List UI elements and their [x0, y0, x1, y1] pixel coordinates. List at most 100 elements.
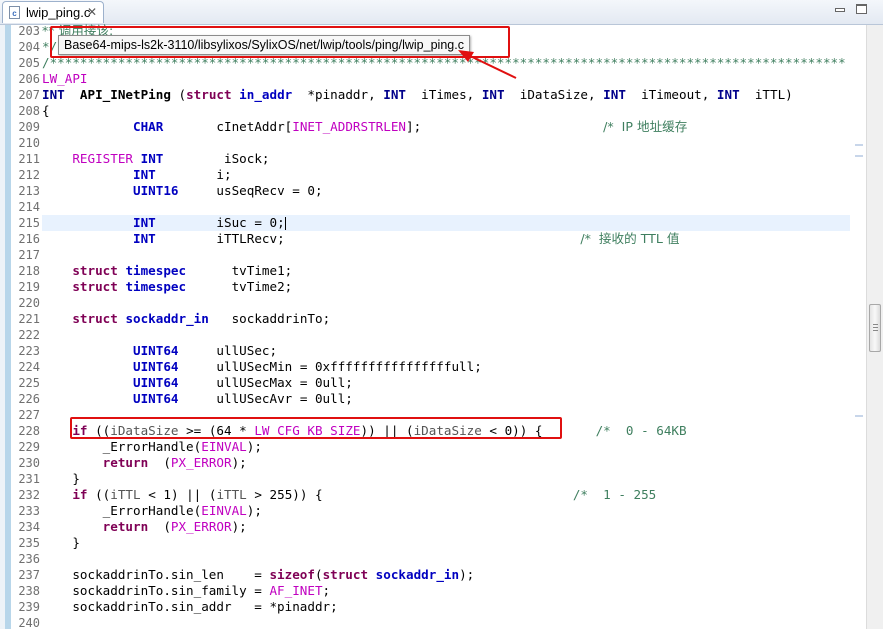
code-line[interactable]: struct timespec tvTime1; [42, 263, 850, 279]
line-number: 214 [18, 200, 40, 214]
code-token: UINT64 [133, 359, 179, 374]
code-line[interactable]: struct timespec tvTime2; [42, 279, 850, 295]
code-line[interactable]: INT iSuc = 0; [42, 215, 850, 231]
code-line[interactable]: } [42, 471, 850, 487]
code-line[interactable]: REGISTER INT iSock; [42, 151, 850, 167]
line-number: 238 [18, 584, 40, 598]
code-line[interactable]: return (PX_ERROR); [42, 455, 850, 471]
annotation-box-datasize-check [70, 417, 562, 439]
code-token: INT [140, 151, 164, 166]
code-line[interactable] [42, 199, 850, 215]
code-token: iDataSize, [504, 87, 604, 102]
code-token: UINT16 [133, 183, 179, 198]
code-token: /* IP 地址缓存 [603, 119, 688, 134]
code-line[interactable]: return (PX_ERROR); [42, 519, 850, 535]
code-line[interactable]: sockaddrinTo.sin_len = sizeof(struct soc… [42, 567, 850, 583]
code-line[interactable] [42, 295, 850, 311]
editor-tab-bar: c lwip_ping.c ✕ [0, 0, 883, 25]
code-token: UINT64 [133, 343, 179, 358]
code-line[interactable] [42, 327, 850, 343]
code-token: struct [186, 87, 232, 102]
minimize-button[interactable] [835, 8, 845, 12]
code-token: ); [246, 439, 262, 454]
line-number: 232 [18, 488, 40, 502]
maximize-button[interactable] [856, 4, 867, 14]
code-token: timespec [125, 279, 187, 294]
code-token: iTTL [216, 487, 247, 502]
code-token: iSuc = 0; [155, 215, 285, 230]
close-icon[interactable]: ✕ [87, 5, 97, 19]
code-token: EINVAL [201, 439, 247, 454]
overview-ruler[interactable] [851, 25, 866, 629]
text-cursor [284, 217, 286, 230]
code-editor[interactable]: ** 调用接该: *//*****************************… [42, 23, 850, 631]
code-line[interactable]: if ((iTTL < 1) || (iTTL > 255)) { /* 1 -… [42, 487, 850, 503]
line-numbers: 203 204 205 206 207 208 209 210 211 212 213 214 215 2… [12, 23, 40, 631]
code-token: /* 0 - 64KB [595, 423, 687, 438]
vertical-scrollbar[interactable] [866, 25, 883, 629]
code-token: ullUSecAvr = 0ull; [178, 391, 353, 406]
code-line[interactable] [42, 135, 850, 151]
code-line[interactable]: UINT64 ullUSec; [42, 343, 850, 359]
overview-mark[interactable] [855, 144, 863, 146]
line-number: 204 [18, 40, 40, 54]
scrollbar-thumb[interactable] [869, 304, 881, 352]
code-line[interactable]: struct sockaddr_in sockaddrinTo; [42, 311, 850, 327]
line-number: 210 [18, 136, 40, 150]
code-token: /* 1 - 255 [572, 487, 657, 502]
code-line[interactable]: _ErrorHandle(EINVAL); [42, 439, 850, 455]
code-token: ( [170, 87, 187, 102]
code-token: ( [314, 567, 323, 582]
code-line[interactable]: _ErrorHandle(EINVAL); [42, 503, 850, 519]
code-line[interactable]: UINT64 ullUSecMin = 0xfffffffffffffffful… [42, 359, 850, 375]
code-token: struct [72, 263, 118, 278]
code-line[interactable]: sockaddrinTo.sin_family = AF_INET; [42, 583, 850, 599]
code-token: (( [87, 487, 111, 502]
line-number: 203 [18, 24, 40, 38]
code-token: CHAR [133, 119, 164, 134]
code-line[interactable]: { [42, 103, 850, 119]
code-line[interactable]: sockaddrinTo.sin_addr = *pinaddr; [42, 599, 850, 615]
annotation-box-tooltip [50, 26, 510, 58]
code-token: INT [716, 87, 740, 102]
code-token: AF_INET [269, 583, 323, 598]
line-number: 205 [18, 56, 40, 70]
code-token: _ErrorHandle( [42, 503, 202, 518]
code-line[interactable]: INT API_INetPing (struct in_addr *pinadd… [42, 87, 850, 103]
code-line[interactable]: LW_API [42, 71, 850, 87]
overview-mark[interactable] [855, 155, 863, 157]
code-token: timespec [125, 263, 187, 278]
code-line[interactable]: INT iTTLRecv; /* 接收的 TTL 值 [42, 231, 850, 247]
code-line[interactable]: UINT16 usSeqRecv = 0; [42, 183, 850, 199]
line-number: 219 [18, 280, 40, 294]
code-line[interactable] [42, 247, 850, 263]
code-token: REGISTER [72, 151, 134, 166]
code-line[interactable]: } [42, 535, 850, 551]
code-token: { [42, 103, 50, 118]
code-token: struct [72, 311, 118, 326]
code-token: ullUSecMin = 0xffffffffffffffffull; [178, 359, 482, 374]
code-token: sockaddrinTo; [208, 311, 331, 326]
code-line[interactable]: INT i; [42, 167, 850, 183]
line-number: 209 [18, 120, 40, 134]
overview-mark[interactable] [855, 415, 863, 417]
code-line[interactable]: UINT64 ullUSecAvr = 0ull; [42, 391, 850, 407]
code-line[interactable]: CHAR cInetAddr[INET_ADDRSTRLEN]; /* IP 地… [42, 119, 850, 135]
code-token: iTTL) [739, 87, 793, 102]
code-token: INT [603, 87, 626, 102]
tab-lwip-ping-c[interactable]: c lwip_ping.c ✕ [2, 1, 104, 23]
code-line[interactable] [42, 551, 850, 567]
code-token: INET_ADDRSTRLEN [292, 119, 406, 134]
code-line[interactable]: UINT64 ullUSecMax = 0ull; [42, 375, 850, 391]
code-token: } [42, 471, 80, 486]
